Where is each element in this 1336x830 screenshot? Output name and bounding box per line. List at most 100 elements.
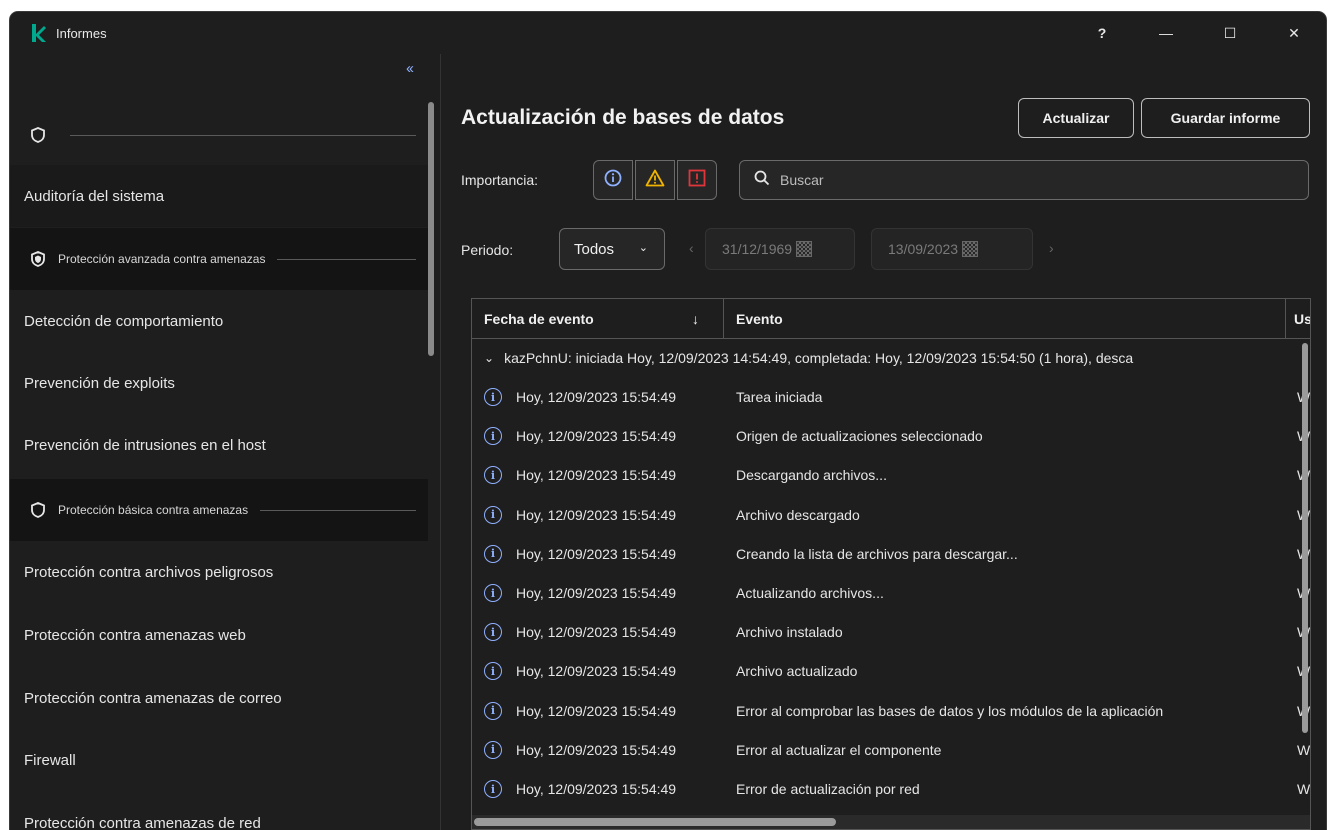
sidebar-item-behavior-detection[interactable]: Detección de comportamiento (10, 290, 428, 352)
column-divider[interactable] (723, 299, 724, 339)
collapse-sidebar-button[interactable]: ‹‹ (406, 60, 414, 77)
period-label: Periodo: (461, 242, 514, 258)
sidebar-item-web-threat-protection[interactable]: Protección contra amenazas web (10, 604, 428, 666)
event-cell: Error de actualización por red (736, 781, 920, 797)
save-report-button[interactable]: Guardar informe (1141, 98, 1310, 138)
info-icon: i (484, 466, 502, 485)
info-icon: i (484, 623, 502, 642)
table-row[interactable]: i Hoy, 12/09/2023 15:54:49 Creando la list… (472, 535, 1310, 574)
table-horizontal-scrollbar[interactable] (474, 818, 836, 826)
minimize-button[interactable]: — (1134, 12, 1198, 54)
column-divider[interactable] (1285, 299, 1286, 339)
refresh-button[interactable]: Actualizar (1018, 98, 1134, 138)
previous-period-icon[interactable]: ‹ (689, 240, 694, 256)
app-window: Informes ? — ☐ ✕ ‹‹ Auditoría del sistem… (10, 12, 1326, 830)
info-icon: i (484, 544, 502, 563)
date-from-value: 31/12/1969 (722, 241, 793, 257)
shield-icon (30, 501, 46, 519)
info-icon: i (484, 427, 502, 446)
critical-icon (688, 169, 706, 192)
user-cell: W (1297, 741, 1311, 758)
table-row[interactable]: i Hoy, 12/09/2023 15:54:49 Archivo instala… (472, 613, 1310, 652)
sidebar-item-host-intrusion-prevention[interactable]: Prevención de intrusiones en el host (10, 414, 428, 476)
maximize-button[interactable]: ☐ (1198, 12, 1262, 54)
sidebar-scrollbar[interactable] (428, 102, 434, 356)
info-filter-button[interactable] (593, 160, 633, 200)
sidebar-section-label: Protección básica contra amenazas (58, 503, 249, 517)
warning-filter-button[interactable] (635, 160, 675, 200)
event-cell: Archivo actualizado (736, 663, 858, 680)
section-divider (260, 509, 416, 511)
info-icon: i (484, 740, 502, 759)
warning-icon (645, 169, 665, 192)
event-date-cell: Hoy, 12/09/2023 15:54:49 (516, 506, 677, 523)
column-header-user[interactable]: Us (1294, 299, 1310, 339)
table-row[interactable]: i Hoy, 12/09/2023 15:54:49 Origen de actua… (472, 417, 1310, 456)
sidebar-item-exploit-prevention[interactable]: Prevención de exploits (10, 352, 428, 414)
chevron-down-icon[interactable]: ⌄ (484, 351, 494, 365)
task-group-row[interactable]: ⌄ kazPchnU: iniciada Hoy, 12/09/2023 14:… (472, 339, 1310, 377)
period-select[interactable]: Todos ⌄ (559, 228, 665, 270)
close-button[interactable]: ✕ (1262, 12, 1326, 54)
sidebar-item-mail-threat-protection[interactable]: Protección contra amenazas de correo (10, 667, 428, 729)
period-value: Todos (574, 240, 615, 258)
table-row[interactable]: i Hoy, 12/09/2023 15:54:49 Actualizando ar… (472, 574, 1310, 613)
event-cell: Error al comprobar las bases de datos y … (736, 702, 1164, 719)
column-header-event-date[interactable]: Fecha de evento ↓ (484, 299, 699, 339)
sidebar-item-network-threat-protection[interactable]: Protección contra amenazas de red (10, 792, 428, 830)
next-period-icon[interactable]: › (1049, 240, 1054, 256)
shield-icon (30, 126, 46, 144)
info-icon (604, 169, 622, 192)
table-vertical-scrollbar[interactable] (1302, 343, 1308, 733)
sidebar-section-general (10, 104, 428, 166)
search-input[interactable]: Buscar (739, 160, 1309, 200)
sidebar-section-basic-protection: Protección básica contra amenazas (10, 479, 428, 541)
table-header: Fecha de evento ↓ Evento Us (472, 299, 1310, 339)
event-date-cell: Hoy, 12/09/2023 15:54:49 (516, 545, 677, 562)
table-row[interactable]: i Hoy, 12/09/2023 15:54:49 Descargando arc… (472, 456, 1310, 495)
table-row[interactable]: i Hoy, 12/09/2023 15:54:49 Archivo actuali… (472, 652, 1310, 691)
event-date-cell: Hoy, 12/09/2023 15:54:49 (516, 663, 677, 680)
event-cell: Error al actualizar el componente (736, 741, 942, 758)
event-date-cell: Hoy, 12/09/2023 15:54:49 (516, 467, 677, 484)
sidebar-item-file-threat-protection[interactable]: Protección contra archivos peligrosos (10, 541, 428, 603)
event-date-cell: Hoy, 12/09/2023 15:54:49 (516, 781, 677, 797)
chevron-down-icon: ⌄ (638, 242, 648, 254)
info-icon: i (484, 701, 502, 720)
importance-filter (593, 160, 719, 200)
section-divider (277, 258, 416, 260)
critical-filter-button[interactable] (677, 160, 717, 200)
event-cell: Archivo instalado (736, 624, 843, 641)
section-divider (70, 134, 416, 136)
table-row[interactable]: i Hoy, 12/09/2023 15:54:49 Error al compro… (472, 692, 1310, 731)
title-bar: Informes ? — ☐ ✕ (10, 12, 1326, 54)
table-row[interactable]: i Hoy, 12/09/2023 15:54:49 Error al actual… (472, 731, 1310, 770)
info-icon: i (484, 780, 502, 798)
shield-plus-icon (30, 250, 46, 268)
date-to-field[interactable]: 13/09/2023 (871, 228, 1033, 270)
date-to-value: 13/09/2023 (888, 241, 959, 257)
importance-label: Importancia: (461, 172, 539, 188)
sidebar-item-system-audit[interactable]: Auditoría del sistema (10, 165, 428, 227)
group-row-label: kazPchnU: iniciada Hoy, 12/09/2023 14:54… (504, 350, 1134, 366)
column-header-event[interactable]: Evento (736, 299, 783, 339)
column-label: Fecha de evento (484, 311, 594, 327)
sidebar-item-firewall[interactable]: Firewall (10, 729, 428, 791)
info-icon: i (484, 662, 502, 681)
date-from-field[interactable]: 31/12/1969 (705, 228, 855, 270)
page-title: Actualización de bases de datos (461, 106, 785, 129)
table-row[interactable]: i Hoy, 12/09/2023 15:54:49 Archivo descarg… (472, 496, 1310, 535)
help-button[interactable]: ? (1070, 12, 1134, 54)
event-cell: Archivo descargado (736, 506, 860, 523)
sidebar: ‹‹ Auditoría del sistema Protección avan… (10, 54, 440, 830)
table-row[interactable]: i Hoy, 12/09/2023 15:54:49 Error de actual… (472, 770, 1310, 809)
table-row[interactable]: iHoy, 12/09/2023 15:54:49Tarea iniciadaW (472, 378, 1310, 417)
event-date-cell: Hoy, 12/09/2023 15:54:49 (516, 624, 677, 641)
event-cell: Origen de actualizaciones seleccionado (736, 428, 983, 445)
sidebar-section-label: Protección avanzada contra amenazas (58, 252, 266, 266)
info-icon: i (484, 388, 502, 406)
event-date-cell: Hoy, 12/09/2023 15:54:49 (516, 741, 677, 758)
event-cell: Actualizando archivos... (736, 585, 884, 601)
search-icon (754, 170, 770, 191)
report-panel: Actualización de bases de datos Actualiz… (441, 54, 1326, 830)
